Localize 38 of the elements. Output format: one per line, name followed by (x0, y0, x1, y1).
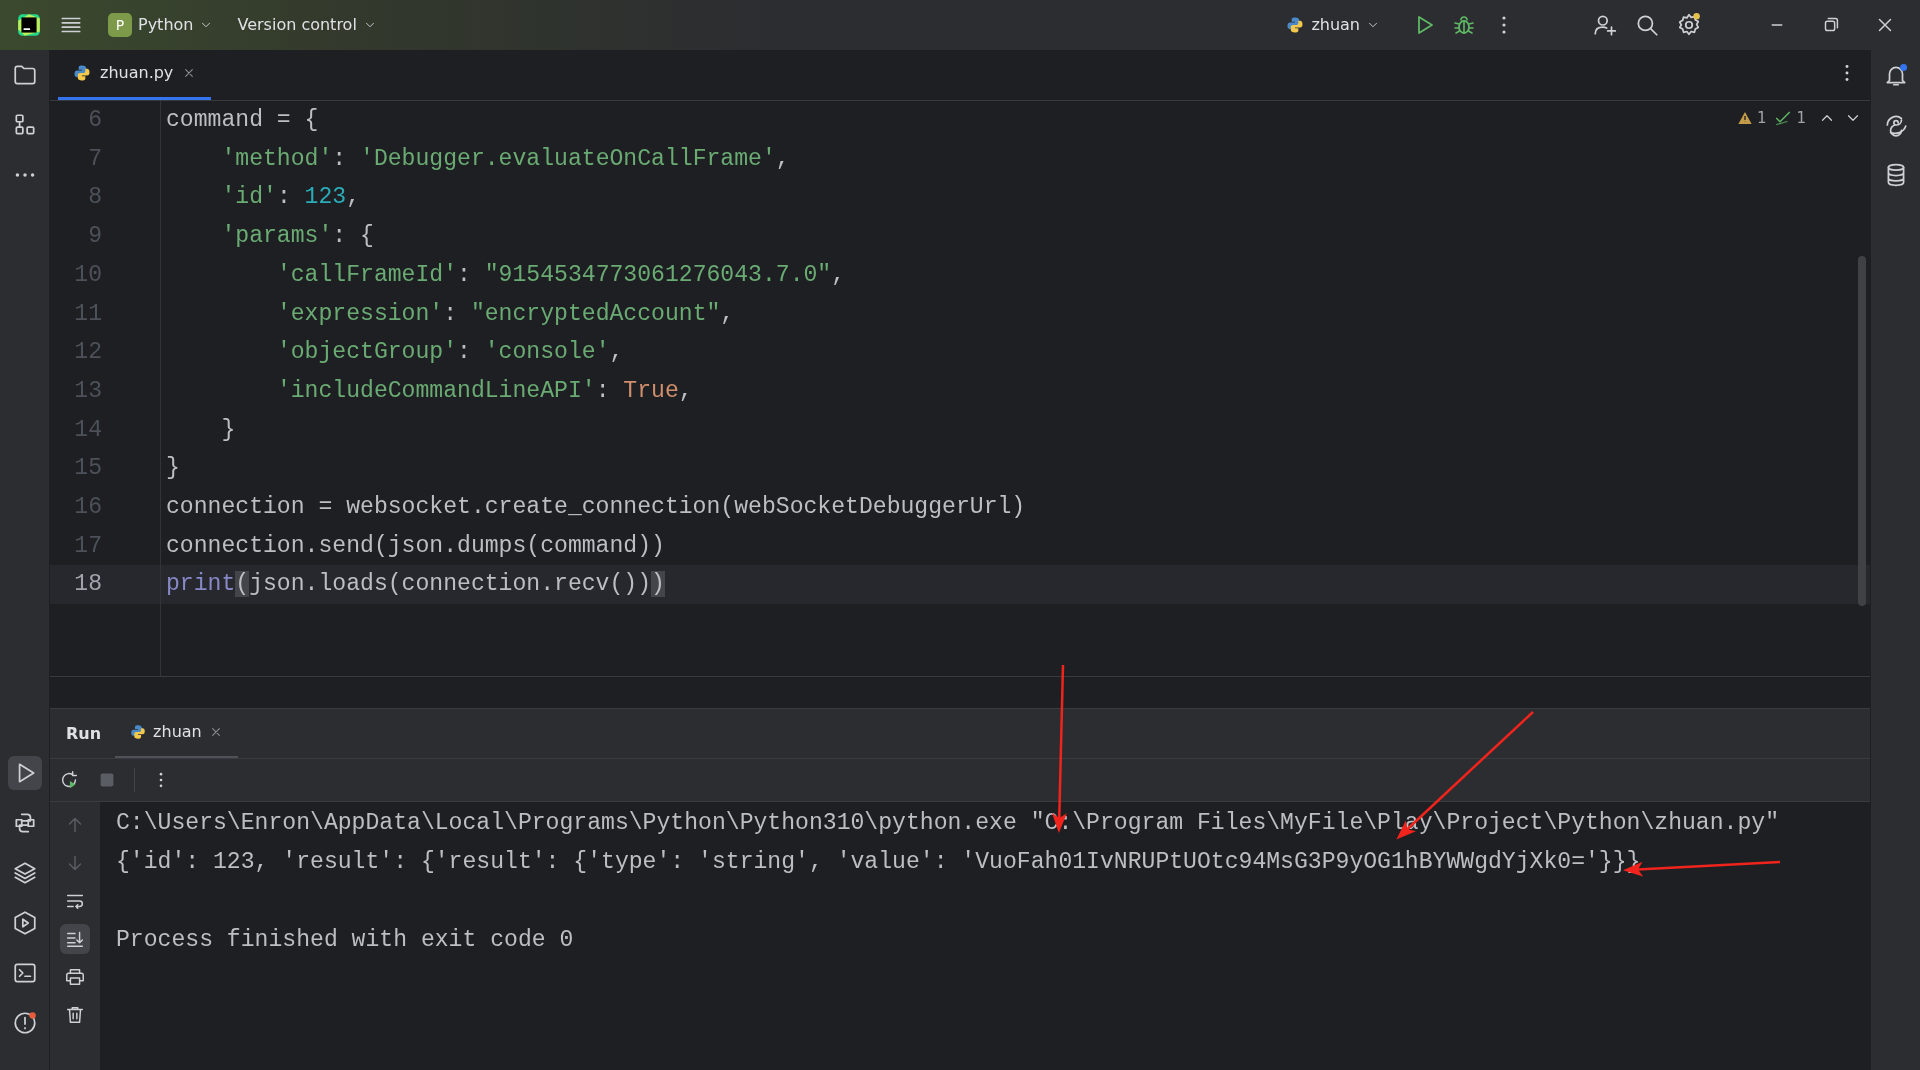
python-icon (129, 723, 148, 741)
console-line: Process finished with exit code 0 (116, 926, 574, 955)
python-icon (72, 63, 92, 83)
code-line: } (166, 454, 180, 484)
search-icon[interactable] (1634, 12, 1660, 38)
warning-count: 1 (1756, 108, 1767, 129)
warning-icon (1736, 110, 1753, 127)
debug-button[interactable] (1452, 13, 1476, 37)
run-icon[interactable] (7, 756, 42, 790)
check-icon (1774, 109, 1793, 128)
project-name: Python (138, 14, 194, 36)
editor-tab[interactable]: zhuan.py (58, 49, 212, 100)
project-badge: P (108, 13, 132, 37)
project-selector[interactable]: P Python (100, 9, 222, 41)
code-line: 'includeCommandLineAPI': True, (276, 376, 693, 406)
minimize-icon (1771, 24, 1783, 26)
code-line: 'method': 'Debugger.evaluateOnCallFrame', (221, 144, 790, 174)
code-line: connection = websocket.create_connection(webSocketDebuggerUrl) (166, 493, 1026, 523)
code-line: 'objectGroup': 'console', (276, 338, 624, 368)
settings-icon[interactable] (1676, 12, 1702, 38)
code-line: 'id': 123, (221, 183, 361, 213)
panel-title: Run (65, 722, 103, 745)
vcs-menu[interactable]: Version control (229, 9, 385, 41)
check-count: 1 (1796, 108, 1806, 129)
code-line: 'callFrameId': "9154534773061276043.7.0", (276, 260, 846, 290)
console-line: {'id': 123, 'result': {'result': {'type': 'string', 'value': 'VuoFah01IvNRUPtUOtc94MsG3P9yOG1hBYWWgdYjXk0='}}} (116, 848, 1641, 877)
run-config-selector[interactable]: zhuan (1277, 9, 1388, 41)
scroll-to-end-icon[interactable] (60, 924, 90, 954)
code-line: 'params': { (221, 222, 374, 252)
line-number: 18 (50, 565, 160, 605)
code-line: } (221, 415, 236, 445)
code-line: connection.send(json.dumps(command)) (166, 531, 665, 561)
code-line: print(json.loads(connection.recv())) (166, 570, 665, 600)
code-line: command = { (166, 106, 319, 135)
app-logo (16, 12, 42, 38)
run-config-name: zhuan (1311, 14, 1360, 36)
scrollbar[interactable] (1858, 256, 1866, 606)
code-line: 'expression': "encryptedAccount", (276, 299, 735, 329)
